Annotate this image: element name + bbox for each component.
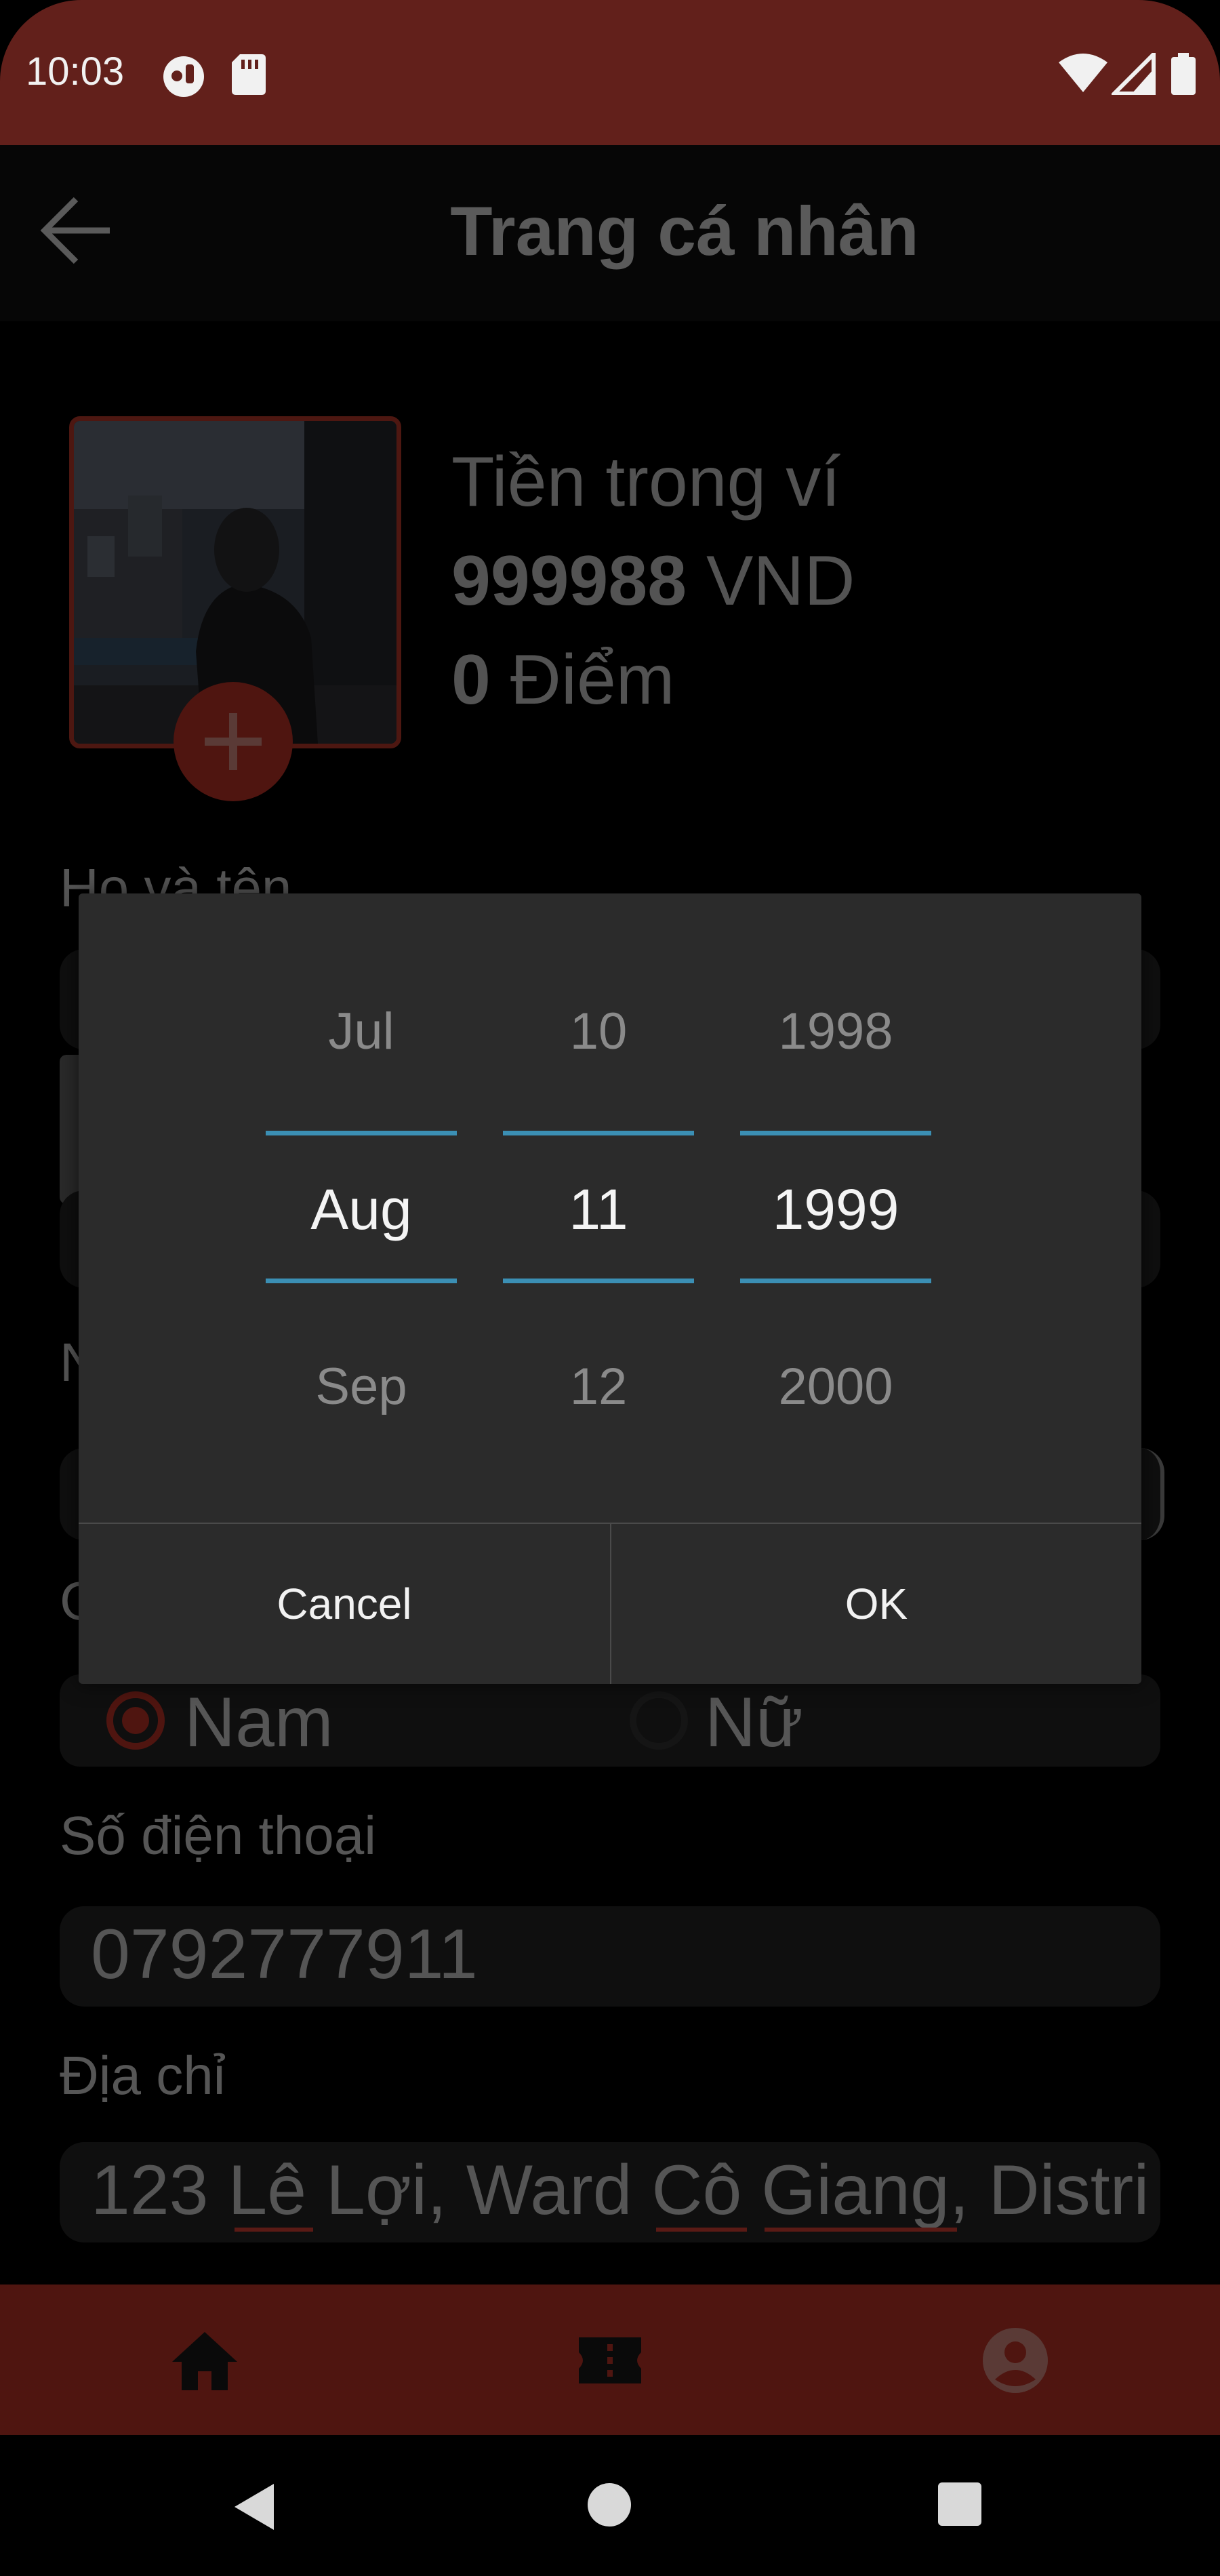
- wallet-label: Tiền trong ví: [451, 443, 841, 521]
- spell-underline: [765, 2228, 957, 2232]
- home-icon[interactable]: [169, 2329, 240, 2395]
- ok-button[interactable]: OK: [611, 1524, 1141, 1684]
- phone-label: Số điện thoại: [60, 1805, 377, 1866]
- year-prev[interactable]: 1998: [740, 1002, 931, 1061]
- wallet-balance: 999988 VND: [451, 541, 855, 622]
- month-prev[interactable]: Jul: [266, 1002, 457, 1061]
- sd-card-icon: [230, 53, 267, 100]
- gender-option-nam: Nam: [184, 1683, 333, 1762]
- status-time: 10:03: [26, 49, 125, 94]
- year-next[interactable]: 2000: [740, 1357, 931, 1416]
- radio-nam[interactable]: [103, 1688, 168, 1756]
- signal-icon: [1109, 49, 1156, 98]
- ticket-icon[interactable]: [576, 2335, 644, 2390]
- month-divider-top: [266, 1131, 457, 1135]
- address-label: Địa chỉ: [60, 2045, 226, 2106]
- day-divider-bottom: [503, 1279, 694, 1283]
- wallet-points: 0 Điểm: [451, 640, 674, 721]
- day-next[interactable]: 12: [503, 1357, 694, 1416]
- sim-icon: [160, 53, 207, 104]
- nav-back-icon[interactable]: [230, 2481, 278, 2536]
- spell-underline: [235, 2228, 313, 2232]
- nav-home-icon[interactable]: [586, 2481, 633, 2532]
- page-title: Trang cá nhân: [450, 193, 919, 270]
- phone-value: 0792777911: [91, 1915, 478, 1994]
- day-divider-top: [503, 1131, 694, 1135]
- month-next[interactable]: Sep: [266, 1357, 457, 1416]
- points-value: 0: [451, 641, 491, 719]
- month-selected[interactable]: Aug: [266, 1177, 457, 1243]
- gender-option-nu: Nữ: [705, 1683, 803, 1762]
- nav-recents-icon[interactable]: [937, 2481, 983, 2531]
- add-photo-button[interactable]: [174, 682, 293, 801]
- year-selected[interactable]: 1999: [740, 1177, 931, 1243]
- year-divider-bottom: [740, 1279, 931, 1283]
- radio-nu[interactable]: [626, 1688, 691, 1756]
- account-icon[interactable]: [980, 2325, 1051, 2399]
- address-value: 123 Lê Lợi, Ward Cô Giang, Distri: [91, 2151, 1150, 2230]
- balance-value: 999988: [451, 542, 687, 620]
- day-selected[interactable]: 11: [503, 1177, 694, 1243]
- spell-underline: [656, 2228, 747, 2232]
- points-unit: Điểm: [490, 641, 675, 719]
- balance-unit: VND: [687, 542, 855, 620]
- year-divider-top: [740, 1131, 931, 1135]
- month-divider-bottom: [266, 1279, 457, 1283]
- day-prev[interactable]: 10: [503, 1002, 694, 1061]
- wifi-icon: [1057, 53, 1109, 97]
- cancel-button[interactable]: Cancel: [79, 1524, 610, 1684]
- plus-icon: [205, 713, 262, 770]
- battery-icon: [1170, 53, 1197, 100]
